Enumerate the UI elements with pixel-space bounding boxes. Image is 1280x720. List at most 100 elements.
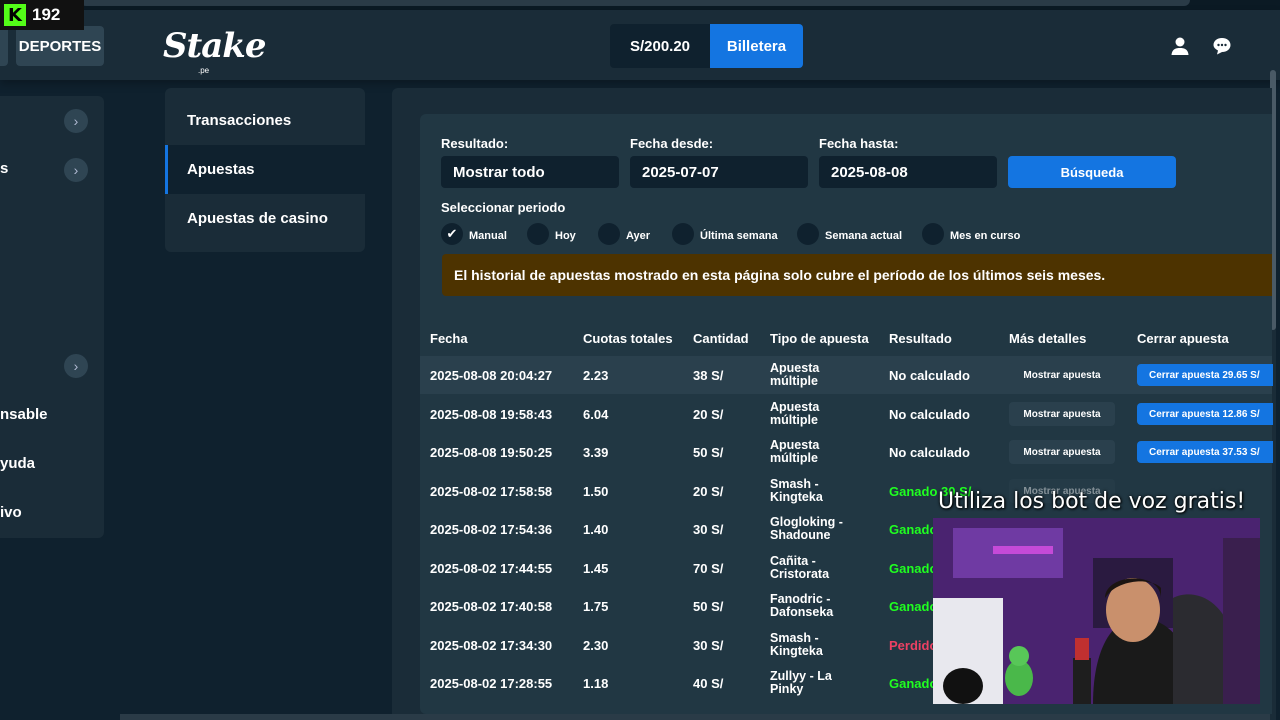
balance-display[interactable]: S/200.20 <box>610 24 710 68</box>
account-nav: Transacciones Apuestas Apuestas de casin… <box>165 88 365 252</box>
horizontal-scrollbar[interactable] <box>120 714 1270 720</box>
cell-cantidad: 30 S/ <box>693 638 724 653</box>
col-header-cerrar: Cerrar apuesta <box>1137 331 1229 346</box>
stake-logo-suffix: .pe <box>198 66 210 75</box>
cell-cuotas: 1.40 <box>583 522 609 537</box>
sidebar: › › s › nsable yuda ivo <box>0 96 104 538</box>
fecha-desde-label: Fecha desde: <box>630 136 714 151</box>
cell-cuotas: 1.45 <box>583 561 609 576</box>
sidebar-item-label[interactable]: ivo <box>0 504 22 521</box>
period-radio-hoy[interactable]: Hoy <box>527 222 576 246</box>
deportes-button[interactable]: DEPORTES <box>16 26 104 66</box>
cell-cantidad: 20 S/ <box>693 407 724 422</box>
cell-cuotas: 1.18 <box>583 676 609 691</box>
chat-icon[interactable] <box>1212 36 1232 56</box>
nav-item-apuestas-casino[interactable]: Apuestas de casino <box>165 194 365 243</box>
cell-tipo-line2: Cristorata <box>770 567 830 581</box>
cell-fecha: 2025-08-02 17:28:55 <box>430 676 553 691</box>
fecha-desde-input[interactable]: 2025-07-07 <box>630 156 808 188</box>
chevron-right-icon[interactable]: › <box>64 109 88 133</box>
kick-logo-icon: K <box>4 4 26 26</box>
period-label: Última semana <box>700 230 778 242</box>
cell-fecha: 2025-08-08 20:04:27 <box>430 368 553 383</box>
col-header-fecha: Fecha <box>430 331 468 346</box>
chevron-right-icon[interactable]: › <box>64 354 88 378</box>
cell-resultado: Ganado <box>889 676 938 691</box>
sidebar-item-label[interactable]: yuda <box>0 455 35 472</box>
fecha-hasta-label: Fecha hasta: <box>819 136 899 151</box>
chevron-right-icon[interactable]: › <box>64 158 88 182</box>
cell-tipo-line2: múltiple <box>770 413 818 427</box>
close-bet-button[interactable]: Cerrar apuesta 12.86 S/ <box>1137 403 1273 425</box>
cell-tipo-line2: Kingteka <box>770 490 823 504</box>
show-bet-button[interactable]: Mostrar apuesta <box>1009 440 1115 464</box>
col-header-tipo: Tipo de apuesta <box>770 331 869 346</box>
close-bet-button[interactable]: Cerrar apuesta 29.65 S/ <box>1137 364 1273 386</box>
radio-dot <box>527 223 549 245</box>
nav-item-transacciones[interactable]: Transacciones <box>165 96 365 145</box>
stake-logo[interactable]: Stake <box>163 26 266 66</box>
cell-cantidad: 50 S/ <box>693 445 724 460</box>
cell-resultado: Ganado <box>889 522 938 537</box>
period-label: Mes en curso <box>950 230 1021 242</box>
cell-fecha: 2025-08-02 17:54:36 <box>430 522 553 537</box>
radio-dot <box>598 223 620 245</box>
cell-tipo-line2: Shadoune <box>770 528 831 542</box>
cell-fecha: 2025-08-08 19:50:25 <box>430 445 553 460</box>
cell-resultado: Perdido <box>889 638 938 653</box>
show-bet-button[interactable]: Mostrar apuesta <box>1009 363 1115 387</box>
col-header-cuotas: Cuotas totales <box>583 331 673 346</box>
period-radio-manual[interactable]: ✔ Manual <box>441 222 507 246</box>
viewer-count: 192 <box>32 5 61 24</box>
period-label: Hoy <box>555 230 576 242</box>
cell-cuotas: 1.50 <box>583 484 609 499</box>
radio-dot <box>797 223 819 245</box>
user-icon[interactable] <box>1170 36 1190 56</box>
period-radio-ultima-semana[interactable]: Última semana <box>672 222 778 246</box>
cell-cantidad: 50 S/ <box>693 599 724 614</box>
cell-fecha: 2025-08-02 17:34:30 <box>430 638 553 653</box>
radio-dot <box>672 223 694 245</box>
resultado-label: Resultado: <box>441 136 509 151</box>
resultado-select[interactable]: Mostrar todo <box>441 156 619 188</box>
cell-tipo-line2: múltiple <box>770 451 818 465</box>
period-label: Ayer <box>626 230 651 242</box>
cell-cuotas: 6.04 <box>583 407 609 422</box>
cell-cuotas: 2.30 <box>583 638 609 653</box>
sidebar-item-label[interactable]: nsable <box>0 406 48 423</box>
cell-cantidad: 20 S/ <box>693 484 724 499</box>
period-radio-ayer[interactable]: Ayer <box>598 222 650 246</box>
cell-fecha: 2025-08-02 17:58:58 <box>430 484 553 499</box>
search-button[interactable]: Búsqueda <box>1008 156 1176 188</box>
cell-tipo-line2: Pinky <box>770 682 804 696</box>
col-header-resultado: Resultado <box>889 331 952 346</box>
top-header: DEPORTES Stake .pe S/200.20 Billetera <box>0 10 1280 80</box>
cell-resultado: Ganado <box>889 561 938 576</box>
cell-tipo-line2: múltiple <box>770 374 818 388</box>
period-radio-semana-actual[interactable]: Semana actual <box>797 222 902 246</box>
close-bet-button[interactable]: Cerrar apuesta 37.53 S/ <box>1137 441 1273 463</box>
period-title: Seleccionar periodo <box>441 200 566 215</box>
show-bet-button[interactable]: Mostrar apuesta <box>1009 402 1115 426</box>
period-radio-mes-en-curso[interactable]: Mes en curso <box>922 222 1020 246</box>
stream-viewer-badge: K 192 <box>0 0 84 30</box>
streamer-webcam <box>933 518 1260 704</box>
cell-resultado: No calculado <box>889 368 970 383</box>
col-header-cantidad: Cantidad <box>693 331 749 346</box>
cell-resultado: Ganado <box>889 599 938 614</box>
nav-item-apuestas[interactable]: Apuestas <box>165 145 365 194</box>
cell-cantidad: 70 S/ <box>693 561 724 576</box>
cell-resultado: No calculado <box>889 407 970 422</box>
cell-cuotas: 3.39 <box>583 445 609 460</box>
wallet-button[interactable]: Billetera <box>710 24 803 68</box>
period-label: Manual <box>469 230 507 242</box>
header-left-chip[interactable] <box>0 26 8 66</box>
cell-fecha: 2025-08-08 19:58:43 <box>430 407 553 422</box>
cell-cuotas: 2.23 <box>583 368 609 383</box>
cell-cuotas: 1.75 <box>583 599 609 614</box>
check-icon: ✔ <box>441 223 463 245</box>
fecha-hasta-input[interactable]: 2025-08-08 <box>819 156 997 188</box>
period-label: Semana actual <box>825 230 903 242</box>
cell-cantidad: 30 S/ <box>693 522 724 537</box>
sidebar-item-label[interactable]: s <box>0 160 8 177</box>
